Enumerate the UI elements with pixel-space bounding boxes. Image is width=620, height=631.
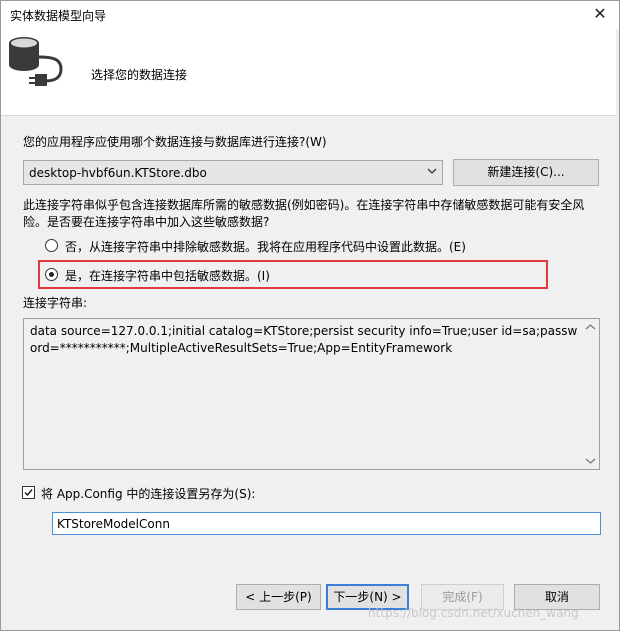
checkmark-icon xyxy=(24,489,33,497)
wizard-window: 实体数据模型向导 ✕ 选择您的数据连接 您的应用程序应使用哪个数据连接与数据库进… xyxy=(0,0,620,631)
previous-button[interactable]: < 上一步(P) xyxy=(236,584,321,610)
chevron-down-icon xyxy=(427,168,437,174)
radio-label: 是，在连接字符串中包括敏感数据。(I) xyxy=(65,269,270,283)
scroll-up-icon[interactable] xyxy=(585,323,596,331)
window-title: 实体数据模型向导 xyxy=(10,9,107,23)
new-connection-button[interactable]: 新建连接(C)... xyxy=(453,159,599,186)
scroll-down-icon[interactable] xyxy=(585,457,596,465)
connection-string-label: 连接字符串: xyxy=(23,296,88,310)
radio-button[interactable] xyxy=(45,239,58,252)
database-plug-icon xyxy=(9,37,63,86)
save-config-checkbox[interactable] xyxy=(22,486,35,499)
radio-label: 否，从连接字符串中排除敏感数据。我将在应用程序代码中设置此数据。(E) xyxy=(65,240,466,254)
save-config-label: 将 App.Config 中的连接设置另存为(S): xyxy=(41,487,256,501)
wizard-header: 选择您的数据连接 xyxy=(1,29,616,116)
connection-string-text: data source=127.0.0.1;initial catalog=KT… xyxy=(30,324,578,355)
connection-name-input[interactable]: KTStoreModelConn xyxy=(52,512,601,535)
connection-name-value: KTStoreModelConn xyxy=(57,517,170,531)
header-title: 选择您的数据连接 xyxy=(91,68,188,82)
combo-value: desktop-hvbf6un.KTStore.dbo xyxy=(29,166,207,180)
vertical-scrollbar[interactable] xyxy=(582,319,599,469)
radio-button[interactable] xyxy=(45,268,58,281)
sensitive-data-description: 此连接字符串似乎包含连接数据库所需的敏感数据(例如密码)。在连接字符串中存储敏感… xyxy=(23,198,585,229)
connection-combo[interactable]: desktop-hvbf6un.KTStore.dbo xyxy=(23,160,443,185)
connection-string-textbox[interactable]: data source=127.0.0.1;initial catalog=KT… xyxy=(23,318,600,470)
watermark: https://blog.csdn.net/xuchen_wang xyxy=(368,606,579,620)
title-bar: 实体数据模型向导 ✕ xyxy=(1,1,619,29)
close-button[interactable]: ✕ xyxy=(587,3,613,25)
connection-question: 您的应用程序应使用哪个数据连接与数据库进行连接?(W) xyxy=(23,135,327,149)
